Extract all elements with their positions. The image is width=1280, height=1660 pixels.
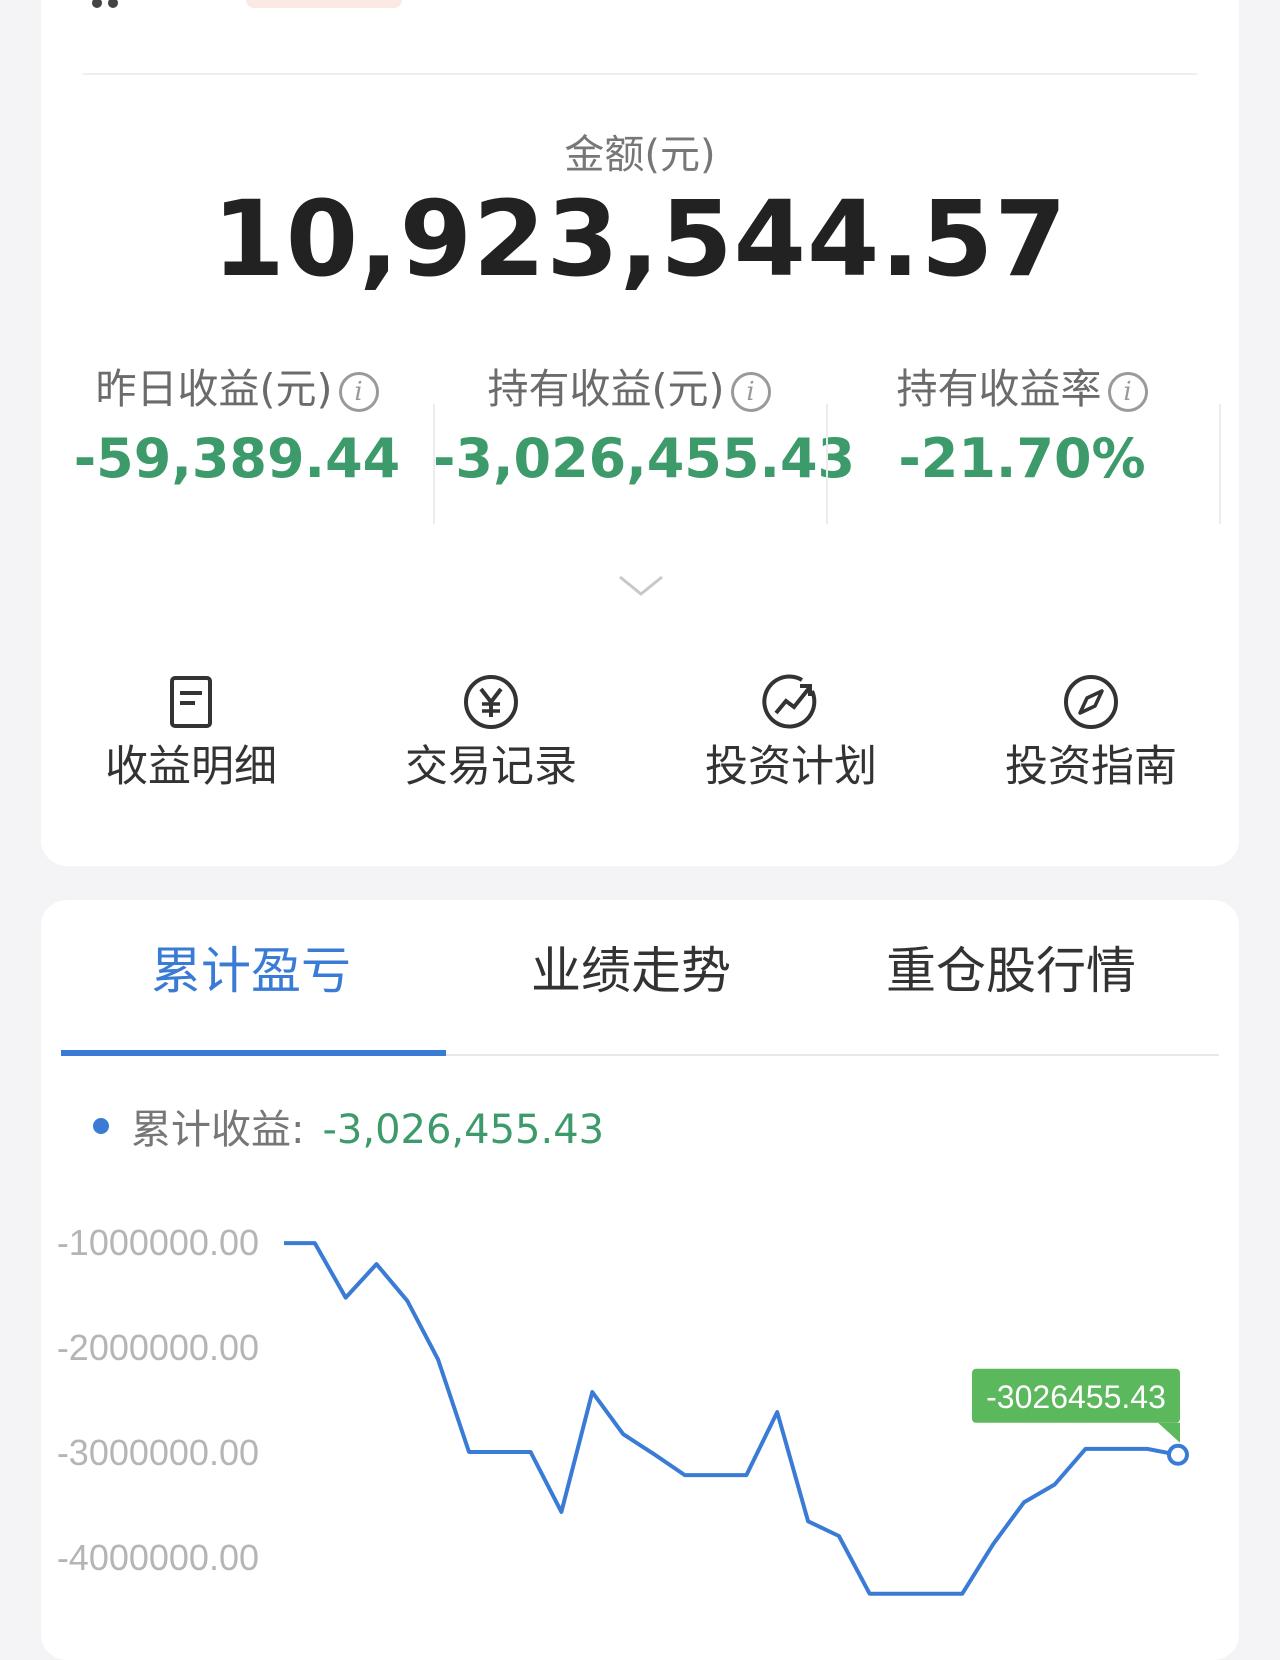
action-invest-plan[interactable]: 投资计划 — [641, 672, 941, 791]
y-tick-label: -2000000.00 — [57, 1327, 259, 1368]
action-label: 投资计划 — [705, 742, 877, 792]
amount-label: 金额(元) — [564, 132, 716, 178]
info-icon[interactable]: i — [1107, 372, 1148, 412]
stat-yesterday-profit: 昨日收益(元) i -59,389.44 — [41, 365, 433, 490]
tooltip-value: -3026455.43 — [986, 1379, 1166, 1415]
y-tick-label: -3000000.00 — [57, 1432, 259, 1473]
y-tick-label: -4000000.00 — [57, 1537, 259, 1578]
trend-circle-icon — [641, 672, 941, 732]
stat-label: 昨日收益(元) — [95, 365, 333, 413]
chevron-down-icon[interactable] — [618, 574, 664, 602]
action-profit-detail[interactable]: 收益明细 — [41, 672, 341, 791]
divider — [83, 73, 1197, 75]
stat-holding-profit: 持有收益(元) i -3,026,455.43 — [433, 365, 856, 490]
document-icon — [41, 672, 341, 732]
y-tick-label: -1000000.00 — [57, 1222, 259, 1263]
action-label: 投资指南 — [1005, 742, 1177, 792]
info-icon[interactable]: i — [338, 372, 379, 412]
detail-link[interactable]: 详情 — [1105, 0, 1193, 12]
action-invest-guide[interactable]: 投资指南 — [941, 672, 1241, 791]
amount-value: 10,923,544.57 — [212, 178, 1068, 300]
info-icon[interactable]: i — [730, 372, 771, 412]
yen-circle-icon — [341, 672, 641, 732]
chart-card: 累计盈亏 业绩走势 重仓股行情 累计收益: -3,026,455.43 -1000… — [41, 900, 1239, 1660]
action-label: 收益明细 — [105, 742, 277, 792]
account-summary-card: 详情 金额(元) 10,923,544.57 昨日收益(元)i -59,389.… — [41, 0, 1239, 866]
stat-value: -3,026,455.43 — [433, 427, 856, 490]
stat-label: 持有收益率 — [896, 365, 1102, 413]
cumulative-profit-chart: -1000000.00 -2000000.00 -3000000.00 -400000… — [57, 1222, 1189, 1596]
stat-value: -21.70% — [898, 427, 1146, 490]
quick-actions: 收益明细 交易记录 投资计划 投资指南 — [41, 672, 1239, 792]
action-trade-records[interactable]: 交易记录 — [341, 672, 641, 791]
header-fragment — [91, 0, 131, 8]
stat-holding-rate: 持有收益率 i -21.70% — [826, 365, 1218, 490]
stat-separator — [1219, 404, 1221, 524]
stat-value: -59,389.44 — [73, 427, 401, 490]
action-label: 交易记录 — [405, 742, 577, 792]
stat-label: 持有收益(元) — [487, 365, 725, 413]
last-point-marker[interactable] — [1167, 1443, 1189, 1466]
compass-icon — [941, 672, 1241, 732]
fund-tag — [246, 0, 402, 8]
last-point-tooltip: -3026455.43 — [972, 1368, 1180, 1443]
